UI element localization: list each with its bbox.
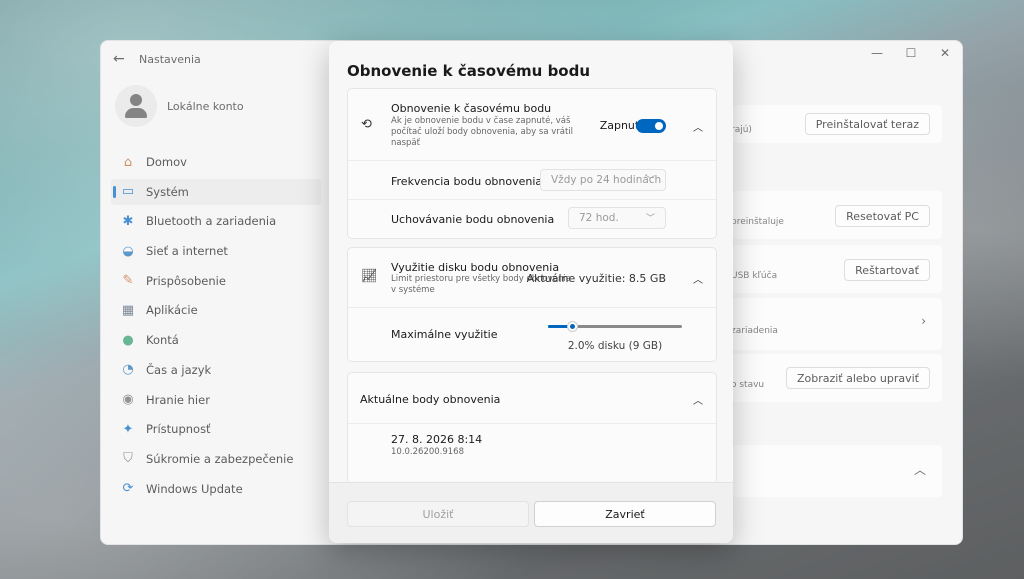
restore-settings-panel: ⟲ Obnovenie k časovému bodu Ak je obnove… <box>347 88 717 239</box>
chart-icon: 📈︎ <box>361 269 378 284</box>
retention-select[interactable]: 72 hod. ﹀ <box>568 207 666 229</box>
dialog-scroll-area[interactable]: ⟲ Obnovenie k časovému bodu Ak je obnove… <box>329 87 733 481</box>
disk-usage-panel: 📈︎ Využitie disku bodu obnovenia Limit p… <box>347 247 717 362</box>
restore-point-dialog: Obnovenie k časovému bodu ⟲ Obnovenie k … <box>329 41 733 543</box>
close-button[interactable]: Zavrieť <box>534 501 716 527</box>
restore-point-date: 27. 8. 2026 8:14 <box>391 433 483 446</box>
max-usage-label: Maximálne využitie <box>391 328 498 341</box>
max-usage-row: Maximálne využitie 2.0% disku (9 GB) <box>348 307 716 361</box>
restore-description: Ak je obnovenie bodu v čase zapnuté, váš… <box>391 116 574 148</box>
slider-value: 2.0% disku (9 GB) <box>567 340 663 352</box>
restore-points-panel: Aktuálne body obnovenia ︿ 27. 8. 2026 8:… <box>347 372 717 481</box>
chevron-up-icon[interactable]: ︿ <box>690 270 706 286</box>
restore-point-build: 10.0.26200.9168 <box>391 447 465 457</box>
retention-value: 72 hod. <box>579 212 619 224</box>
chevron-down-icon: ﹀ <box>645 176 655 186</box>
frequency-row: Frekvencia bodu obnovenia Vždy po 24 hod… <box>348 160 716 199</box>
retention-label: Uchovávanie bodu obnovenia <box>391 213 555 226</box>
restore-point-item[interactable]: 27. 8. 2026 8:14 10.0.26200.9168 <box>348 423 716 481</box>
restore-toggle[interactable] <box>636 119 666 133</box>
current-usage: Aktuálne využitie: 8.5 GB <box>526 272 666 285</box>
dialog-title: Obnovenie k časovému bodu <box>347 62 591 80</box>
max-usage-slider[interactable] <box>548 321 682 332</box>
restore-title: Obnovenie k časovému bodu <box>391 102 552 115</box>
chevron-down-icon: ﹀ <box>645 214 655 224</box>
history-icon: ⟲ <box>361 117 372 132</box>
points-title: Aktuálne body obnovenia <box>360 393 501 406</box>
save-button[interactable]: Uložiť <box>347 501 529 527</box>
frequency-value: Vždy po 24 hodinách <box>551 174 662 186</box>
frequency-label: Frekvencia bodu obnovenia <box>391 175 543 188</box>
dialog-footer: Uložiť Zavrieť <box>329 482 733 543</box>
chevron-up-icon[interactable]: ︿ <box>690 118 706 134</box>
chevron-up-icon[interactable]: ︿ <box>690 391 706 407</box>
slider-thumb[interactable] <box>566 321 578 332</box>
frequency-select[interactable]: Vždy po 24 hodinách ﹀ <box>540 169 666 191</box>
retention-row: Uchovávanie bodu obnovenia 72 hod. ﹀ <box>348 199 716 238</box>
